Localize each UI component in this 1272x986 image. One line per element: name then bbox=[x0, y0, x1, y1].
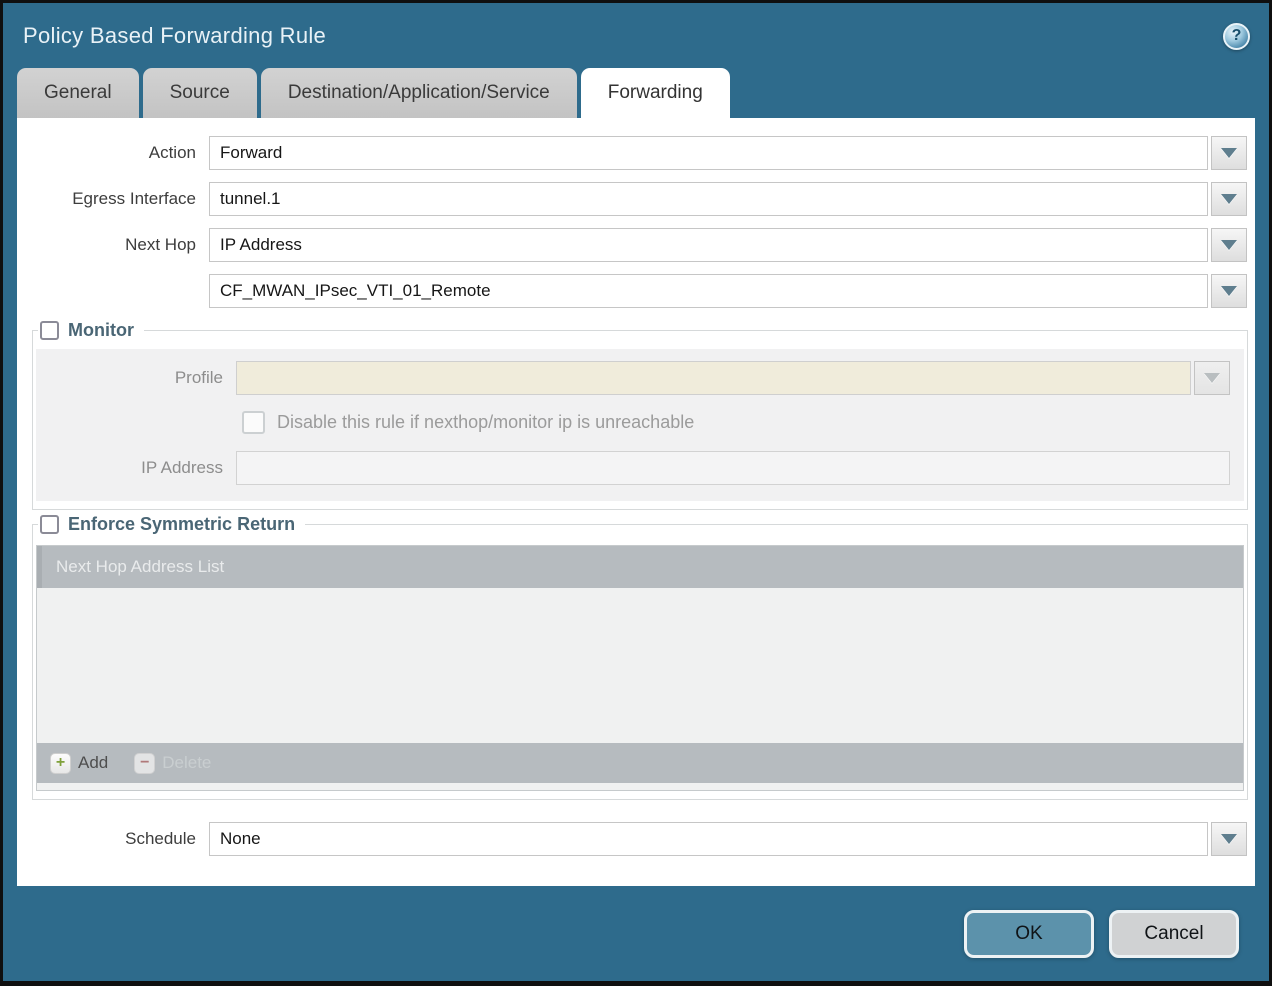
ok-button[interactable]: OK bbox=[964, 910, 1094, 958]
action-dropdown-button[interactable] bbox=[1211, 136, 1247, 170]
minus-icon: − bbox=[134, 753, 155, 774]
disable-rule-checkbox bbox=[242, 411, 265, 434]
forwarding-tab-panel: Action Forward Egress Interface tunnel.1… bbox=[17, 118, 1255, 886]
next-hop-address-spacer bbox=[17, 274, 209, 308]
monitor-legend-label: Monitor bbox=[68, 320, 134, 341]
next-hop-address-value: CF_MWAN_IPsec_VTI_01_Remote bbox=[220, 281, 491, 301]
symmetric-return-legend-label: Enforce Symmetric Return bbox=[68, 514, 295, 535]
plus-glyph: + bbox=[56, 755, 65, 771]
symmetric-return-checkbox[interactable] bbox=[40, 515, 59, 534]
help-icon[interactable]: ? bbox=[1223, 23, 1250, 50]
action-select[interactable]: Forward bbox=[209, 136, 1208, 170]
monitor-checkbox[interactable] bbox=[40, 321, 59, 340]
plus-icon: + bbox=[50, 753, 71, 774]
monitor-ip-input bbox=[236, 451, 1230, 485]
disable-rule-label: Disable this rule if nexthop/monitor ip … bbox=[277, 412, 694, 433]
monitor-ip-label: IP Address bbox=[36, 451, 236, 485]
dialog-footer: OK Cancel bbox=[3, 886, 1269, 981]
action-value: Forward bbox=[220, 143, 282, 163]
egress-interface-dropdown-button[interactable] bbox=[1211, 182, 1247, 216]
next-hop-row: Next Hop IP Address bbox=[17, 228, 1255, 262]
chevron-down-icon bbox=[1221, 194, 1237, 204]
tab-source[interactable]: Source bbox=[143, 68, 257, 118]
egress-interface-value: tunnel.1 bbox=[220, 189, 281, 209]
add-button-label: Add bbox=[78, 753, 108, 773]
egress-interface-row: Egress Interface tunnel.1 bbox=[17, 182, 1255, 216]
schedule-select[interactable]: None bbox=[209, 822, 1208, 856]
tab-bar: General Source Destination/Application/S… bbox=[3, 65, 1269, 118]
profile-dropdown-button bbox=[1194, 361, 1230, 395]
minus-glyph: − bbox=[140, 755, 149, 771]
tab-destination-application-service[interactable]: Destination/Application/Service bbox=[261, 68, 577, 118]
next-hop-type-dropdown-button[interactable] bbox=[1211, 228, 1247, 262]
cancel-button[interactable]: Cancel bbox=[1109, 910, 1239, 958]
chevron-down-icon bbox=[1221, 148, 1237, 158]
chevron-down-icon bbox=[1221, 286, 1237, 296]
profile-select bbox=[236, 361, 1191, 395]
symmetric-return-legend: Enforce Symmetric Return bbox=[38, 514, 305, 535]
dialog-title: Policy Based Forwarding Rule bbox=[23, 23, 326, 49]
schedule-row: Schedule None bbox=[17, 822, 1255, 856]
tab-general[interactable]: General bbox=[17, 68, 139, 118]
table-bottom-strip bbox=[37, 783, 1243, 790]
policy-based-forwarding-dialog: Policy Based Forwarding Rule ? General S… bbox=[0, 0, 1272, 986]
next-hop-type-value: IP Address bbox=[220, 235, 302, 255]
chevron-down-icon bbox=[1204, 373, 1220, 383]
schedule-value: None bbox=[220, 829, 261, 849]
monitor-panel: Profile Disable this rule if nexthop/mon… bbox=[36, 349, 1244, 501]
profile-label: Profile bbox=[36, 361, 236, 395]
egress-interface-select[interactable]: tunnel.1 bbox=[209, 182, 1208, 216]
monitor-legend: Monitor bbox=[38, 320, 144, 341]
next-hop-address-row: CF_MWAN_IPsec_VTI_01_Remote bbox=[17, 274, 1255, 308]
delete-button-label: Delete bbox=[162, 753, 211, 773]
egress-interface-label: Egress Interface bbox=[17, 182, 209, 216]
chevron-down-icon bbox=[1221, 240, 1237, 250]
next-hop-address-table: Next Hop Address List + Add − Delete bbox=[36, 545, 1244, 791]
next-hop-label: Next Hop bbox=[17, 228, 209, 262]
action-row: Action Forward bbox=[17, 136, 1255, 170]
next-hop-address-list-toolbar: + Add − Delete bbox=[37, 743, 1243, 783]
monitor-group: Monitor Profile Disable this rule if nex… bbox=[32, 320, 1248, 510]
delete-button: − Delete bbox=[134, 753, 211, 774]
monitor-profile-row: Profile bbox=[36, 361, 1230, 395]
disable-rule-row: Disable this rule if nexthop/monitor ip … bbox=[242, 409, 1230, 435]
add-button[interactable]: + Add bbox=[50, 753, 108, 774]
next-hop-address-list-header: Next Hop Address List bbox=[37, 546, 1243, 588]
tab-forwarding[interactable]: Forwarding bbox=[581, 68, 730, 118]
monitor-ip-row: IP Address bbox=[36, 451, 1230, 485]
next-hop-address-list-body[interactable] bbox=[37, 588, 1243, 743]
action-label: Action bbox=[17, 136, 209, 170]
next-hop-address-dropdown-button[interactable] bbox=[1211, 274, 1247, 308]
next-hop-type-select[interactable]: IP Address bbox=[209, 228, 1208, 262]
schedule-label: Schedule bbox=[17, 822, 209, 856]
chevron-down-icon bbox=[1221, 834, 1237, 844]
schedule-dropdown-button[interactable] bbox=[1211, 822, 1247, 856]
next-hop-address-select[interactable]: CF_MWAN_IPsec_VTI_01_Remote bbox=[209, 274, 1208, 308]
titlebar: Policy Based Forwarding Rule ? bbox=[3, 3, 1269, 65]
symmetric-return-group: Enforce Symmetric Return Next Hop Addres… bbox=[32, 514, 1248, 800]
